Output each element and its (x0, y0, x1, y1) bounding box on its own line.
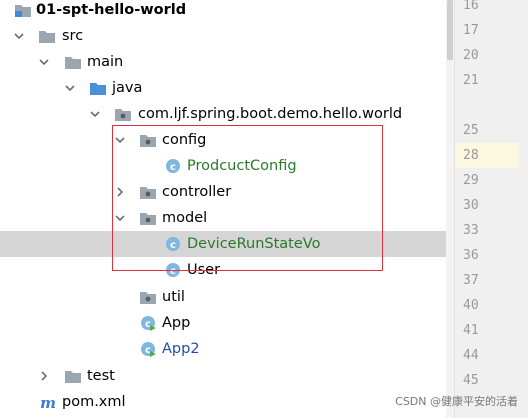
class-icon: c (164, 262, 182, 278)
chevron-down-icon[interactable] (38, 56, 50, 68)
tree-row-java[interactable]: java (0, 75, 447, 101)
tree-label: test (87, 368, 115, 384)
tree-row-prodcuct-config[interactable]: c ProdcuctConfig (0, 153, 447, 179)
folder-icon (64, 54, 82, 70)
tree-label: com.ljf.spring.boot.demo.hello.world (138, 106, 403, 122)
tree-label: src (62, 28, 84, 44)
line-number: 36 (463, 248, 479, 263)
tree-row-config[interactable]: config (0, 127, 447, 153)
editor-line-gutter: 16 17 20 21 25 28 29 30 33 36 37 40 41 4… (454, 0, 528, 418)
line-number: 33 (463, 223, 479, 238)
chevron-down-icon[interactable] (89, 108, 101, 120)
tree-label: User (187, 262, 221, 278)
package-icon (139, 210, 157, 226)
tree-label: controller (162, 184, 232, 200)
tree-label: config (162, 132, 207, 148)
tree-row-pom[interactable]: m pom.xml (0, 389, 447, 415)
module-folder-icon (14, 2, 32, 18)
class-icon: c (164, 158, 182, 174)
chevron-down-icon[interactable] (114, 134, 126, 146)
line-number: 37 (463, 273, 479, 288)
tree-row-app[interactable]: c App (0, 310, 447, 336)
scrollbar-thumb[interactable] (447, 0, 453, 60)
tree-label: model (162, 210, 208, 226)
package-icon (139, 289, 157, 305)
svg-text:c: c (170, 240, 176, 251)
folder-icon (38, 28, 56, 44)
tree-row-main[interactable]: main (0, 49, 447, 75)
chevron-down-icon[interactable] (64, 82, 76, 94)
maven-icon: m (39, 394, 57, 410)
current-line-number: 28 (455, 143, 519, 168)
tree-label: pom.xml (62, 394, 126, 410)
package-icon (114, 106, 132, 122)
package-icon (139, 184, 157, 200)
tree-row-app2[interactable]: c App2 (0, 336, 447, 362)
line-number: 20 (463, 48, 479, 63)
tree-row-model[interactable]: model (0, 205, 447, 231)
line-number: 21 (463, 73, 479, 88)
chevron-right-icon[interactable] (38, 370, 50, 382)
tree-label: main (87, 54, 124, 70)
tree-row-user[interactable]: c User (0, 257, 447, 283)
tree-row-module[interactable]: 01-spt-hello-world (0, 0, 447, 23)
svg-text:c: c (170, 162, 176, 173)
line-number: 17 (463, 23, 479, 38)
source-folder-icon (89, 80, 107, 96)
chevron-down-icon[interactable] (13, 30, 25, 42)
line-number: 40 (463, 298, 479, 313)
tree-label: App2 (162, 341, 200, 357)
tree-label: util (162, 289, 185, 305)
line-number: 44 (463, 348, 479, 363)
chevron-down-icon[interactable] (114, 212, 126, 224)
spring-boot-class-icon: c (139, 341, 157, 357)
tree-label: DeviceRunStateVo (187, 236, 321, 252)
svg-text:c: c (170, 266, 176, 277)
class-icon: c (164, 236, 182, 252)
line-number: 29 (463, 173, 479, 188)
line-number: 30 (463, 198, 479, 213)
project-tree: 01-spt-hello-world src main java com.ljf… (0, 0, 447, 418)
line-number: 45 (463, 373, 479, 388)
line-number: 25 (463, 123, 479, 138)
scrollbar-track[interactable] (446, 0, 454, 418)
tree-row-package-root[interactable]: com.ljf.spring.boot.demo.hello.world (0, 101, 447, 127)
line-number: 41 (463, 323, 479, 338)
tree-label: ProdcuctConfig (187, 158, 297, 174)
tree-label: App (162, 315, 191, 331)
package-icon (139, 132, 157, 148)
svg-text:m: m (40, 394, 56, 410)
tree-row-src[interactable]: src (0, 23, 447, 49)
tree-row-controller[interactable]: controller (0, 179, 447, 205)
line-number: 16 (463, 0, 479, 13)
chevron-right-icon[interactable] (114, 186, 126, 198)
tree-row-util[interactable]: util (0, 284, 447, 310)
watermark: CSDN @健康平安的活着 (395, 395, 518, 408)
tree-label: java (112, 80, 143, 96)
tree-row-device-run-state-vo[interactable]: c DeviceRunStateVo (0, 231, 447, 257)
tree-row-test[interactable]: test (0, 363, 447, 389)
spring-boot-class-icon: c (139, 315, 157, 331)
folder-icon (64, 368, 82, 384)
tree-label: 01-spt-hello-world (36, 2, 187, 18)
